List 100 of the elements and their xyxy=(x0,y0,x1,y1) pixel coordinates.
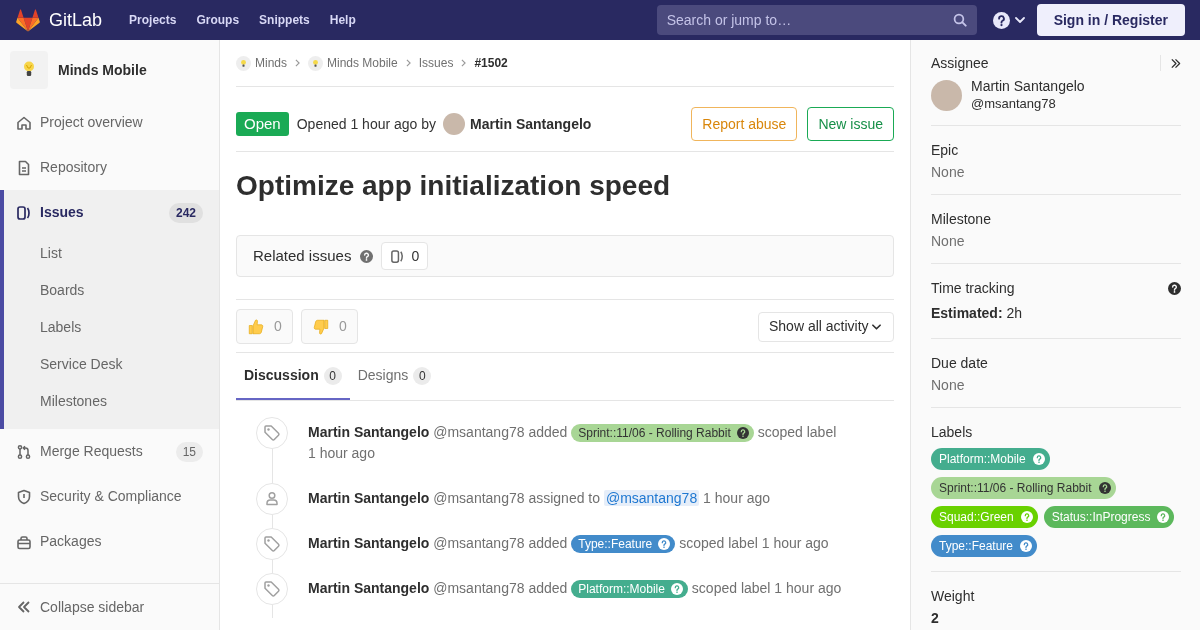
collapse-sidebar-button[interactable]: Collapse sidebar xyxy=(0,583,219,630)
field-value: None xyxy=(931,163,966,182)
sidebar-subnav-item[interactable]: Service Desk xyxy=(4,346,219,383)
lightbulb-icon xyxy=(236,55,251,71)
assignee-name[interactable]: Martin Santangelo xyxy=(971,78,1085,95)
nav-link[interactable]: Projects xyxy=(129,12,177,28)
nav-link[interactable]: Groups xyxy=(196,12,240,28)
author-link[interactable]: Martin Santangelo xyxy=(308,580,430,596)
chevron-right-icon xyxy=(461,59,467,67)
sidebar-nav-item[interactable]: Repository xyxy=(0,145,219,190)
section-title: Assignee xyxy=(931,54,989,73)
help-icon xyxy=(1168,281,1181,295)
user-avatar xyxy=(931,79,962,111)
thumbs-down-icon xyxy=(312,317,331,336)
scoped-label[interactable]: Type::Feature xyxy=(931,535,1038,557)
tab[interactable]: Discussion 0 xyxy=(236,353,350,400)
help-icon xyxy=(1020,540,1033,552)
help-icon xyxy=(670,583,683,596)
help-icon xyxy=(658,538,671,551)
double-chevron-right-icon xyxy=(1170,57,1181,69)
help-icon xyxy=(1098,482,1111,494)
breadcrumb-link[interactable]: Minds xyxy=(236,54,287,72)
caret-down-icon xyxy=(1014,17,1025,23)
sidebar-nav-item[interactable]: Security & Compliance xyxy=(0,474,219,519)
sidebar-nav-item[interactable]: Merge Requests 15 xyxy=(0,429,219,474)
action-text: assigned to xyxy=(528,490,601,506)
assignee-username: @msantang78 xyxy=(971,95,1057,112)
status-badge: Open xyxy=(236,112,289,136)
sign-in-button[interactable]: Sign in / Register xyxy=(1036,4,1185,36)
user-mention-link[interactable]: @msantang78 xyxy=(603,490,700,506)
merge-request-icon xyxy=(16,443,32,460)
help-icon xyxy=(1157,511,1170,523)
issue-title: Optimize app initialization speed xyxy=(236,169,672,203)
tab[interactable]: Designs 0 xyxy=(349,353,440,400)
help-icon xyxy=(360,249,374,263)
username-link[interactable]: @msantang78 xyxy=(433,424,525,440)
search-icon xyxy=(952,13,967,27)
action-text: scoped label xyxy=(679,535,758,551)
section-title: Time tracking xyxy=(931,279,1015,298)
shield-icon xyxy=(16,488,32,505)
nav-link[interactable]: Snippets xyxy=(259,12,310,28)
scoped-label[interactable]: Sprint::11/06 - Rolling Rabbit xyxy=(571,424,754,443)
action-text: added xyxy=(528,535,568,551)
search-field[interactable]: Search or jump to… xyxy=(656,5,977,35)
action-button[interactable]: Report abuse xyxy=(691,107,798,141)
sidebar-nav-item[interactable]: Project overview xyxy=(0,100,219,145)
author-link[interactable]: Martin Santangelo xyxy=(308,535,430,551)
timestamp: 1 hour ago xyxy=(761,535,829,551)
bag-icon xyxy=(16,533,32,550)
action-text: added xyxy=(528,424,568,440)
breadcrumb-link[interactable]: Issues xyxy=(418,54,454,72)
action-text: added xyxy=(528,580,568,596)
timestamp: 1 hour ago xyxy=(774,580,842,596)
time-estimate: Estimated: 2h xyxy=(931,304,1024,323)
action-button[interactable]: New issue xyxy=(807,107,894,141)
activity-filter-dropdown[interactable]: Show all activity xyxy=(758,311,894,342)
username-link[interactable]: @msantang78 xyxy=(433,580,525,596)
count-badge: 0 xyxy=(413,366,432,385)
sidebar-nav-item[interactable]: Issues 242 xyxy=(4,190,219,235)
timestamp: 1 hour ago xyxy=(308,445,375,461)
double-chevron-left-icon xyxy=(16,599,32,615)
fox-logo-icon xyxy=(16,8,40,32)
issue-meta-text: Opened 1 hour ago by xyxy=(296,114,437,134)
issue-count-badge: 0 xyxy=(381,242,429,270)
scoped-label[interactable]: Sprint::11/06 - Rolling Rabbit xyxy=(931,477,1116,499)
count-badge: 15 xyxy=(175,441,203,462)
collapse-sidebar-button[interactable] xyxy=(1160,55,1181,71)
document-icon xyxy=(16,159,32,176)
lightbulb-icon xyxy=(10,51,48,89)
help-icon xyxy=(992,11,1010,29)
author-link[interactable]: Martin Santangelo xyxy=(470,113,592,135)
field-value: 2 xyxy=(931,609,940,628)
field-value: None xyxy=(931,376,966,395)
nav-link[interactable]: Help xyxy=(329,12,356,28)
user-avatar xyxy=(443,113,466,135)
section-title: Milestone xyxy=(931,210,991,229)
sidebar-subnav-item[interactable]: Boards xyxy=(4,272,219,309)
help-icon xyxy=(1020,511,1033,523)
author-link[interactable]: Martin Santangelo xyxy=(308,424,430,440)
section-title: Epic xyxy=(931,141,959,160)
home-link[interactable]: GitLab xyxy=(16,8,103,32)
lightbulb-icon xyxy=(308,55,323,71)
scoped-label[interactable]: Type::Feature xyxy=(571,535,676,554)
section-title: Due date xyxy=(931,354,988,373)
caret-down-icon xyxy=(872,323,881,330)
sidebar-subnav-item[interactable]: List xyxy=(4,235,219,272)
project-link[interactable]: Minds Mobile xyxy=(0,40,219,100)
sidebar-subnav-item[interactable]: Labels xyxy=(4,309,219,346)
help-icon xyxy=(736,427,749,440)
sidebar-nav-item[interactable]: Packages xyxy=(0,519,219,564)
breadcrumb-link[interactable]: #1502 xyxy=(474,54,508,72)
username-link[interactable]: @msantang78 xyxy=(433,535,525,551)
section-title: Weight xyxy=(931,587,975,606)
username-link[interactable]: @msantang78 xyxy=(433,490,525,506)
section-title: Related issues xyxy=(253,245,352,266)
field-value: None xyxy=(931,232,966,251)
breadcrumb-link[interactable]: Minds Mobile xyxy=(308,54,398,72)
sidebar-subnav-item[interactable]: Milestones xyxy=(4,383,219,420)
author-link[interactable]: Martin Santangelo xyxy=(308,490,430,506)
issues-icon xyxy=(390,248,406,264)
